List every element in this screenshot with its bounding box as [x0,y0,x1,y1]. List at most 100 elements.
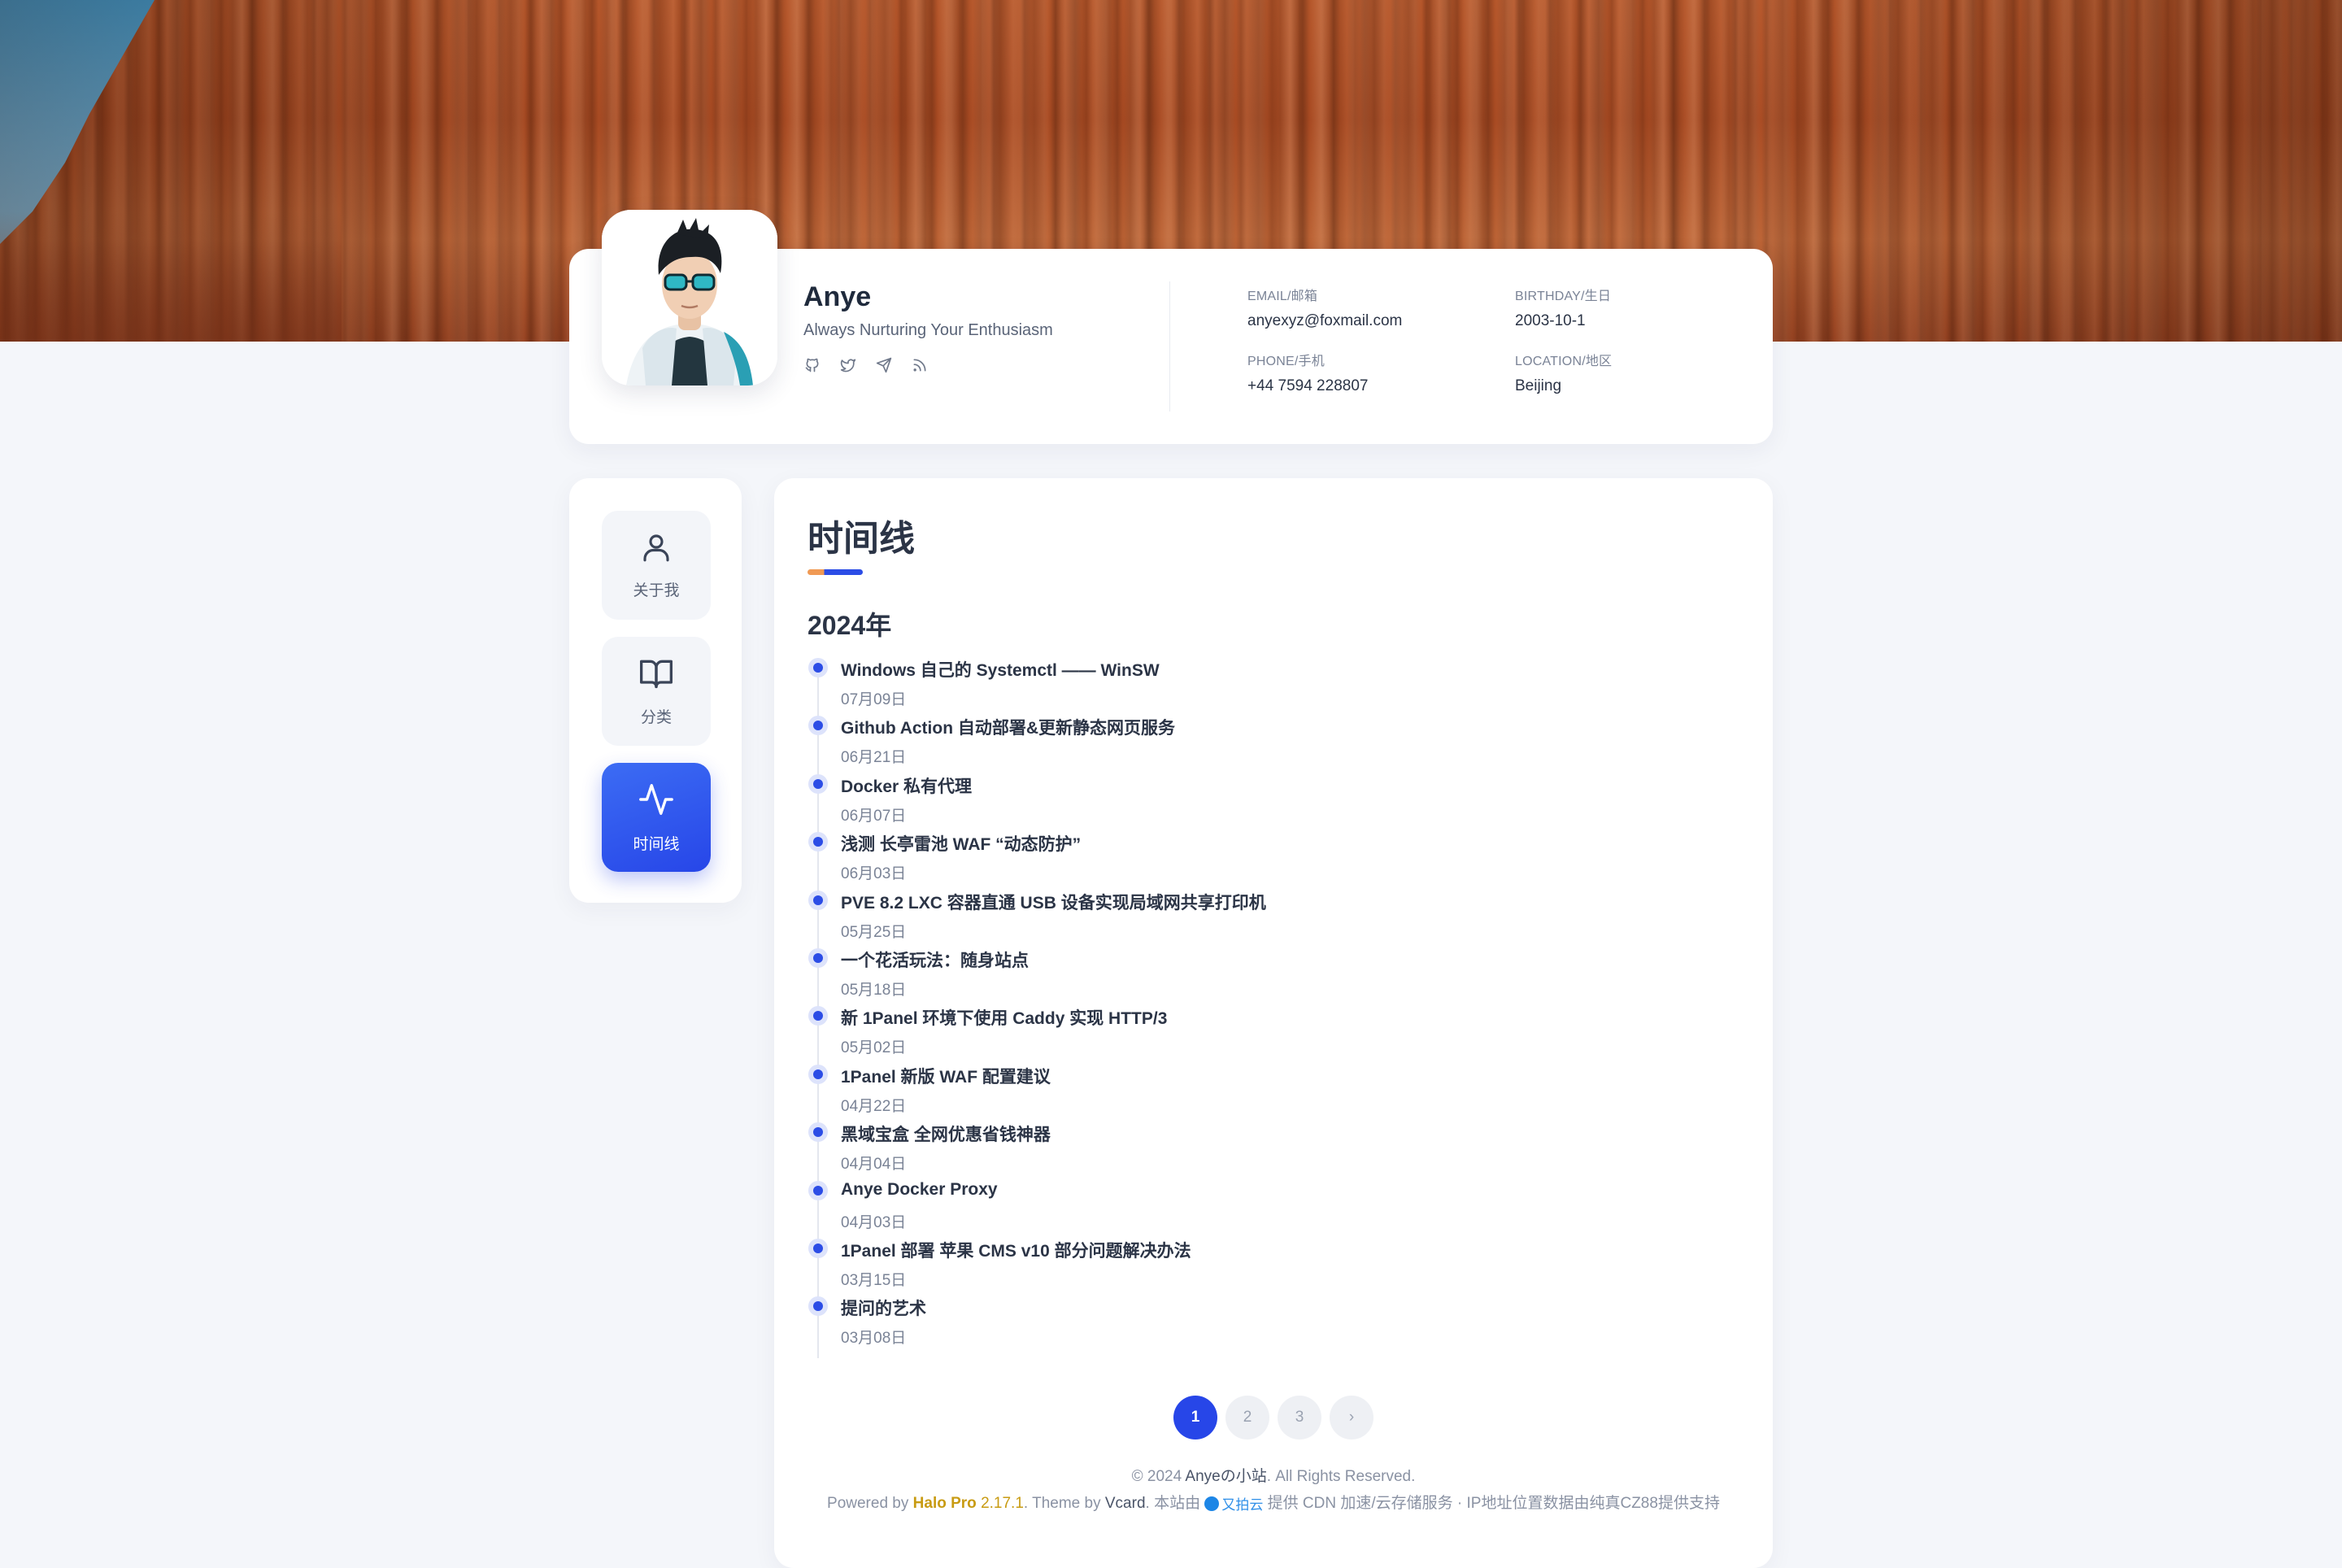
theme-link[interactable]: Vcard [1105,1495,1146,1512]
post-date: 05月25日 [841,923,907,941]
telegram-icon[interactable] [873,355,895,376]
timeline-item: Windows 自己的 Systemctl —— WinSW 07月09日 [808,657,1702,716]
book-icon [638,656,674,695]
nav-item-label: 分类 [640,709,672,726]
timeline-dot [808,658,828,677]
timeline-dot [808,1239,828,1258]
halo-version: 2.17.1 [981,1495,1024,1512]
title-underline [808,569,863,575]
post-title[interactable]: PVE 8.2 LXC 容器直通 USB 设备实现局域网共享打印机 [841,890,1266,914]
timeline-dot [808,948,828,968]
post-date: 06月03日 [841,865,907,883]
post-date: 06月07日 [841,807,907,825]
phone-value[interactable]: +44 7594 228807 [1247,377,1368,395]
post-date: 03月15日 [841,1272,907,1289]
post-title[interactable]: Docker 私有代理 [841,773,972,798]
timeline-dot [808,716,828,736]
post-date: 06月21日 [841,749,907,767]
powered-by-text: Powered by [827,1495,909,1512]
nav-item-category[interactable]: 分类 [602,637,711,746]
profile-tagline: Always Nurturing Your Enthusiasm [803,321,1053,339]
phone-label: PHONE/手机 [1247,355,1325,368]
year-heading: 2024年 [808,611,892,640]
post-title[interactable]: 1Panel 新版 WAF 配置建议 [841,1064,1051,1088]
twitter-icon[interactable] [838,355,859,376]
timeline-dot [808,1180,828,1200]
post-date: 04月22日 [841,1097,907,1115]
post-title[interactable]: Github Action 自动部署&更新静态网页服务 [841,715,1175,739]
next-page-button[interactable]: › [1330,1396,1373,1440]
post-date: 05月18日 [841,982,907,999]
post-title[interactable]: 一个花活玩法：随身站点 [841,947,1029,972]
avatar-image [602,210,777,385]
post-title[interactable]: Windows 自己的 Systemctl —— WinSW [841,657,1160,682]
phone-info: PHONE/手机 +44 7594 228807 [1247,350,1368,395]
user-icon [639,530,673,568]
timeline-item: 一个花活玩法：随身站点 05月18日 [808,947,1702,1006]
post-title[interactable]: 提问的艺术 [841,1296,926,1320]
hero-rock [0,211,342,342]
location-label: LOCATION/地区 [1515,355,1613,368]
hosted-by-text: . 本站由 [1145,1495,1201,1512]
post-title[interactable]: 浅测 长亭雷池 WAF “动态防护” [841,831,1081,856]
page-button-2[interactable]: 2 [1225,1396,1269,1440]
birthday-label: BIRTHDAY/生日 [1515,290,1612,303]
email-info: EMAIL/邮箱 anyexyz@foxmail.com [1247,285,1402,330]
timeline-dot [808,773,828,794]
nav-item-label: 关于我 [633,582,680,599]
footer-copyright: © 2024 Anyeの小站. All Rights Reserved. [774,1464,1773,1486]
location-info: LOCATION/地区 Beijing [1515,350,1612,395]
birthday-value: 2003-10-1 [1515,312,1586,329]
post-date: 04月04日 [841,1156,907,1174]
post-date: 05月02日 [841,1039,907,1057]
post-date: 03月08日 [841,1330,907,1348]
email-value[interactable]: anyexyz@foxmail.com [1247,312,1402,330]
timeline-item: PVE 8.2 LXC 容器直通 USB 设备实现局域网共享打印机 05月25日 [808,890,1702,948]
timeline-item: 浅测 长亭雷池 WAF “动态防护” 06月03日 [808,831,1702,890]
post-title[interactable]: 新 1Panel 环境下使用 Caddy 实现 HTTP/3 [841,1005,1167,1030]
timeline-item: 1Panel 新版 WAF 配置建议 04月22日 [808,1064,1702,1122]
nav-item-about[interactable]: 关于我 [602,511,711,620]
email-label: EMAIL/邮箱 [1247,290,1318,303]
site-name-link[interactable]: Anyeの小站 [1185,1468,1266,1485]
footer-credits: Powered by Halo Pro 2.17.1. Theme by Vca… [774,1491,1773,1514]
profile-divider [1169,281,1170,412]
page-title: 时间线 [808,519,915,559]
timeline-dot [808,1006,828,1026]
upyun-logo[interactable]: 又拍云 [1204,1493,1263,1514]
timeline-dot [808,1064,828,1084]
avatar [602,210,777,385]
profile-name: Anye [803,281,872,312]
nav-item-timeline[interactable]: 时间线 [602,763,711,872]
rights-text: . All Rights Reserved. [1266,1468,1416,1485]
location-value: Beijing [1515,377,1562,394]
post-date: 04月03日 [841,1213,907,1231]
rss-icon[interactable] [909,355,930,376]
social-links [802,355,930,376]
post-date: 07月09日 [841,691,907,708]
theme-by-text: . Theme by [1023,1495,1101,1512]
page-button-1[interactable]: 1 [1173,1396,1217,1440]
timeline-item: 新 1Panel 环境下使用 Caddy 实现 HTTP/3 05月02日 [808,1005,1702,1064]
post-title[interactable]: 黑域宝盒 全网优惠省钱神器 [841,1122,1051,1146]
cdn-name: 又拍云 [1221,1497,1264,1514]
halo-link[interactable]: Halo Pro [913,1495,977,1512]
page-button-3[interactable]: 3 [1278,1396,1321,1440]
nav-item-label: 时间线 [633,836,680,853]
pagination: 1 2 3 › [1173,1396,1373,1440]
timeline-item: 1Panel 部署 苹果 CMS v10 部分问题解决办法 03月15日 [808,1238,1702,1296]
upyun-icon [1204,1496,1220,1511]
cdn-text: 提供 CDN 加速/云存储服务 · IP地址位置数据由纯真CZ88提供支持 [1267,1495,1720,1512]
copyright-prefix: © 2024 [1131,1468,1182,1485]
post-title[interactable]: 1Panel 部署 苹果 CMS v10 部分问题解决办法 [841,1238,1191,1262]
timeline-item: Github Action 自动部署&更新静态网页服务 06月21日 [808,715,1702,773]
activity-icon [638,781,675,822]
post-title[interactable]: Anye Docker Proxy [841,1180,998,1200]
timeline-item: 提问的艺术 03月08日 [808,1296,1702,1354]
timeline-item: 黑域宝盒 全网优惠省钱神器 04月04日 [808,1122,1702,1180]
timeline-dot [808,1122,828,1143]
timeline-dot [808,832,828,852]
github-icon[interactable] [802,355,823,376]
timeline-item: Docker 私有代理 06月07日 [808,773,1702,832]
birthday-info: BIRTHDAY/生日 2003-10-1 [1515,285,1611,330]
